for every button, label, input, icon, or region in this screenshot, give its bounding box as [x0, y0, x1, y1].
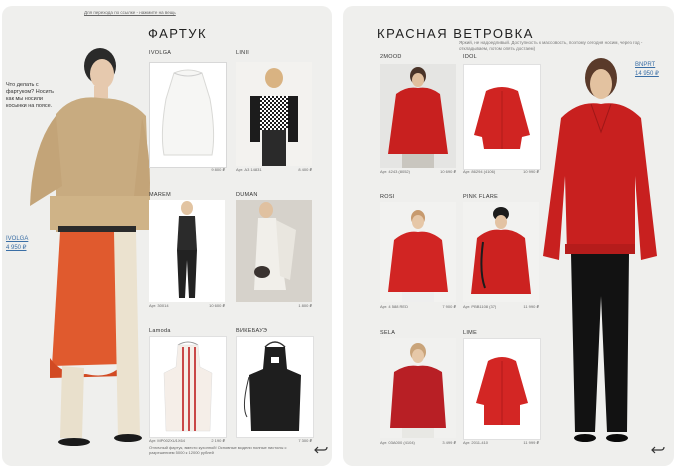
product-meta: 1 800 ₽ — [236, 303, 312, 308]
product-meta: Арт. 86294 (4106) 10 990 ₽ — [463, 169, 539, 174]
product-article: Арт. PBB1108 (37) — [463, 304, 497, 309]
product-article: Арт. 03A000 (4104) — [380, 440, 415, 445]
product-image[interactable] — [380, 64, 456, 168]
footnote: Отличный фартук, вместо кухонной! Основн… — [149, 445, 287, 455]
product-article: Арт. 2011-410 — [463, 440, 489, 445]
top-link[interactable]: Для перехода по ссылке - нажмите на вещь — [84, 10, 176, 15]
back-arrow-icon[interactable] — [314, 444, 328, 456]
product-price: 10 600 ₽ — [209, 303, 225, 308]
product-price: 10 990 ₽ — [523, 169, 539, 174]
halter-top-model-illustration — [250, 68, 298, 166]
product-price: 11 990 ₽ — [523, 304, 539, 309]
product-brand: PINK FLARE — [463, 194, 499, 200]
red-jacket-model-illustration — [388, 67, 448, 168]
product-image[interactable] — [463, 338, 541, 440]
product-article: Арт. MP002XU1X64 — [149, 438, 185, 443]
product-image[interactable] — [380, 202, 456, 302]
model-red-jacket-illustration — [543, 58, 657, 442]
striped-apron-illustration — [163, 341, 213, 432]
product-brand: ВИКЕБАУЭ — [236, 328, 268, 334]
product-price: 7 900 ₽ — [442, 304, 456, 309]
product-price: 1 800 ₽ — [298, 303, 312, 308]
product-article: Арт. A3 14831 — [236, 167, 262, 172]
product-image[interactable] — [149, 200, 225, 302]
product-meta: 9 800 ₽ — [149, 167, 225, 172]
back-arrow-icon[interactable] — [651, 444, 665, 456]
product-price: 2 190 ₽ — [211, 438, 225, 443]
product-brand: SELA — [380, 330, 396, 336]
light-dress-model-illustration — [254, 202, 296, 290]
product-image[interactable] — [236, 336, 314, 438]
page-title: КРАСНАЯ ВЕТРОВКА — [377, 26, 534, 41]
product-price: 9 800 ₽ — [211, 167, 225, 172]
product-article: Арт. 86294 (4106) — [463, 169, 496, 174]
red-jacket-product-illustration — [474, 87, 530, 149]
right-page: КРАСНАЯ ВЕТРОВКА Яркий, не надоедливый. … — [343, 6, 674, 466]
black-apron-illustration — [243, 341, 301, 431]
product-brand: ROSI — [380, 194, 395, 200]
product-meta: Арт. 30014 10 600 ₽ — [149, 303, 225, 308]
product-article: Арт. 30014 — [149, 303, 169, 308]
product-price: 11 999 ₽ — [523, 440, 539, 445]
product-price: 10 690 ₽ — [440, 169, 456, 174]
product-meta: Арт. 4243 (8052) 10 690 ₽ — [380, 169, 456, 174]
product-image[interactable] — [149, 336, 227, 438]
red-jacket-model-illustration — [471, 207, 531, 294]
red-jacket-product-illustration — [476, 357, 528, 425]
product-meta: 7 300 ₽ — [236, 438, 312, 443]
product-brand: 2MOOD — [380, 54, 402, 60]
model-photo[interactable] — [535, 56, 665, 456]
product-brand: DUMAN — [236, 192, 258, 198]
product-image[interactable] — [463, 64, 541, 170]
side-question: Что делать с фартуком? Носить как мы нос… — [6, 82, 54, 109]
product-meta: Арт. MP002XU1X64 2 190 ₽ — [149, 438, 225, 443]
product-meta: Арт. A3 14831 8 400 ₽ — [236, 167, 312, 172]
red-jacket-model-illustration — [388, 210, 448, 302]
product-article: Арт. 4 588 RED — [380, 304, 408, 309]
model-price-link[interactable]: 4 950 ₽ — [6, 244, 27, 251]
product-brand: LIME — [463, 330, 478, 336]
product-meta: Арт. PBB1108 (37) 11 990 ₽ — [463, 304, 539, 309]
product-article: Арт. 4243 (8052) — [380, 169, 410, 174]
left-page: Для перехода по ссылке - нажмите на вещь… — [2, 6, 332, 466]
red-shirt-model-illustration — [390, 343, 446, 438]
product-image[interactable] — [380, 338, 456, 438]
product-price: 3 499 ₽ — [442, 440, 456, 445]
product-image[interactable] — [236, 62, 312, 166]
product-brand: MAREM — [149, 192, 171, 198]
page-title: ФАРТУК — [148, 26, 208, 41]
product-image[interactable] — [149, 62, 227, 168]
model-brand-link[interactable]: IVOLGA — [6, 236, 28, 242]
product-meta: Арт. 2011-410 11 999 ₽ — [463, 440, 539, 445]
product-price: 8 400 ₽ — [298, 167, 312, 172]
black-outfit-model-illustration — [177, 201, 197, 298]
white-apron-illustration — [161, 69, 215, 156]
product-price: 7 300 ₽ — [298, 438, 312, 443]
product-brand: IDOL — [463, 54, 478, 60]
page-subtitle: Яркий, не надоедливый. Доступность к мас… — [459, 40, 643, 51]
product-image[interactable] — [236, 200, 312, 302]
product-brand: IVOLGA — [149, 50, 172, 56]
product-meta: Арт. 03A000 (4104) 3 499 ₽ — [380, 440, 456, 445]
product-brand: Lamoda — [149, 328, 171, 334]
product-meta: Арт. 4 588 RED 7 900 ₽ — [380, 304, 456, 309]
product-brand: LINII — [236, 50, 250, 56]
product-image[interactable] — [463, 202, 539, 302]
